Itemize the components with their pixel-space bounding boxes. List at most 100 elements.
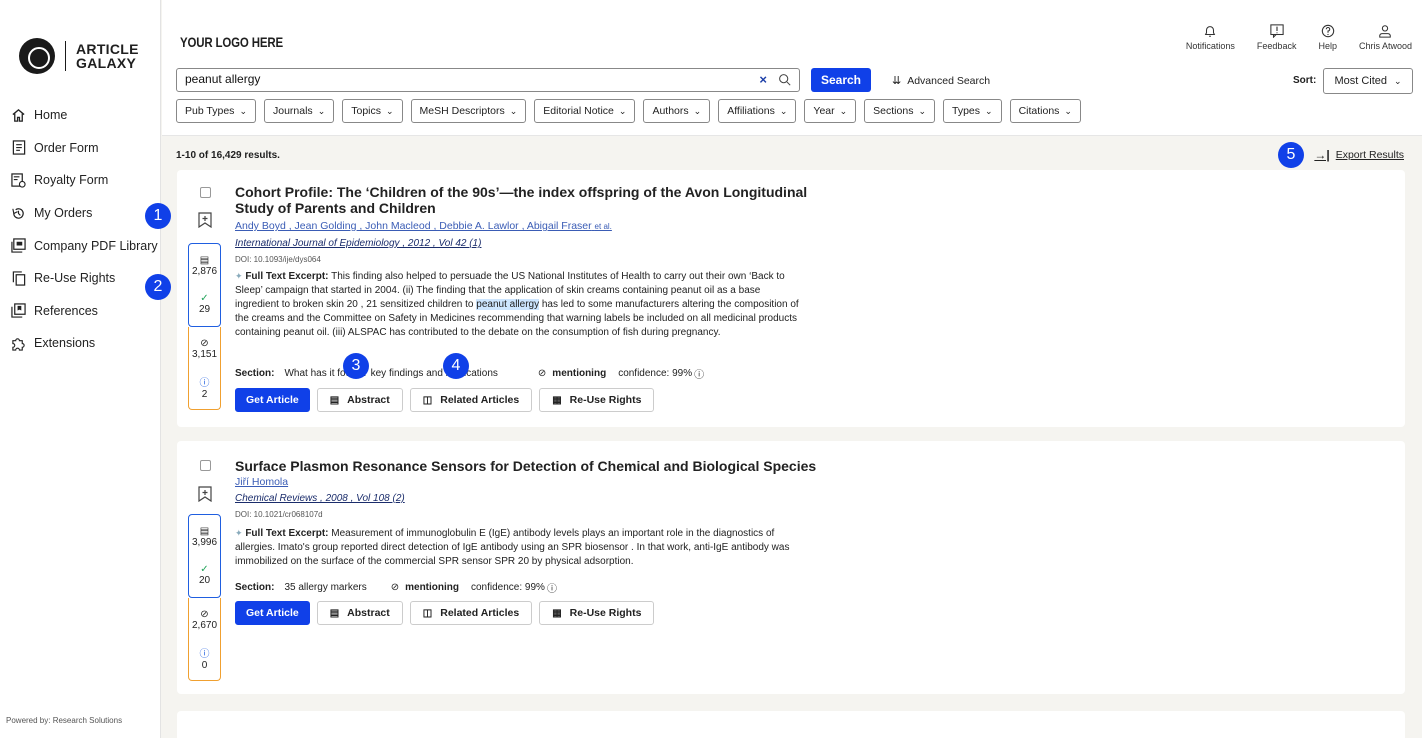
related-label: Related Articles bbox=[440, 607, 520, 619]
metric-contrasting[interactable]: ⓘ 0 bbox=[189, 639, 220, 677]
get-article-button[interactable]: Get Article bbox=[235, 388, 310, 412]
double-chevron-down-icon: ⇊ bbox=[892, 75, 902, 87]
abstract-button[interactable]: ▤ Abstract bbox=[316, 601, 403, 625]
chevron-down-icon: ⌄ bbox=[386, 105, 394, 116]
bookmark-add-icon[interactable] bbox=[198, 486, 212, 502]
section-label: Section: bbox=[235, 368, 275, 379]
filter-editorial-notice[interactable]: Editorial Notice ⌄ bbox=[534, 99, 636, 123]
sidebar-item-home[interactable]: Home bbox=[10, 99, 158, 132]
feedback-button[interactable]: Feedback bbox=[1257, 24, 1296, 51]
slash-circle-icon: ⊘ bbox=[390, 582, 400, 593]
citation-metrics: ▤ 3,996 ✓ 20 ⊘ 2,670 ⓘ 0 bbox=[188, 514, 221, 681]
related-articles-button[interactable]: ◫ Related Articles bbox=[409, 388, 533, 412]
result-checkbox[interactable] bbox=[200, 187, 211, 198]
royalty-icon bbox=[10, 172, 27, 189]
filter-pub-types[interactable]: Pub Types ⌄ bbox=[176, 99, 256, 123]
metric-value: 2 bbox=[201, 389, 208, 400]
result-authors[interactable]: Jiří Homola bbox=[235, 476, 288, 488]
user-menu-button[interactable]: Chris Atwood bbox=[1359, 24, 1412, 51]
chevron-down-icon: ⌄ bbox=[317, 105, 326, 116]
metric-publications[interactable]: ▤ 2,876 bbox=[189, 247, 220, 285]
re-use-rights-button[interactable]: ▦ Re-Use Rights bbox=[539, 601, 655, 625]
sidebar-item-label: Royalty Form bbox=[34, 173, 109, 188]
metric-value: 2,876 bbox=[191, 266, 218, 277]
filter-topics[interactable]: Topics ⌄ bbox=[342, 99, 403, 123]
metric-supporting[interactable]: ✓ 29 bbox=[189, 285, 220, 323]
sort-select[interactable]: Most Cited ⌄ bbox=[1323, 68, 1413, 94]
result-actions: Get Article ▤ Abstract ◫ Related Articles … bbox=[235, 388, 661, 412]
result-journal[interactable]: International Journal of Epidemiology , … bbox=[235, 238, 481, 249]
result-card bbox=[177, 711, 1405, 738]
export-results-link[interactable]: →| Export Results bbox=[1314, 148, 1404, 162]
document-icon: ▤ bbox=[199, 255, 210, 266]
metric-value: 3,151 bbox=[191, 349, 218, 360]
logo-divider bbox=[65, 41, 66, 71]
brand-logo: YOUR LOGO HERE bbox=[180, 34, 283, 50]
filter-authors[interactable]: Authors ⌄ bbox=[643, 99, 711, 123]
confidence-label: confidence: 99% bbox=[471, 582, 545, 593]
chevron-down-icon: ⌄ bbox=[1394, 75, 1402, 86]
advanced-search-label: Advanced Search bbox=[907, 74, 991, 87]
filter-year[interactable]: Year ⌄ bbox=[804, 99, 857, 123]
abstract-button[interactable]: ▤ Abstract bbox=[316, 388, 403, 412]
metrics-group-blue: ▤ 3,996 ✓ 20 bbox=[188, 514, 221, 598]
result-title[interactable]: Surface Plasmon Resonance Sensors for De… bbox=[235, 458, 835, 474]
filter-mesh-descriptors[interactable]: MeSH Descriptors ⌄ bbox=[410, 99, 527, 123]
help-icon[interactable]: ⓘ bbox=[547, 580, 557, 595]
sparkle-icon: ✦ bbox=[235, 528, 243, 538]
search-icon[interactable] bbox=[778, 73, 791, 86]
help-icon[interactable]: ⓘ bbox=[694, 366, 704, 381]
slash-circle-icon: ⊘ bbox=[200, 609, 209, 620]
metric-value: 29 bbox=[198, 304, 211, 315]
result-authors[interactable]: Andy Boyd , Jean Golding , John Macleod … bbox=[235, 220, 612, 232]
filter-sections[interactable]: Sections ⌄ bbox=[864, 99, 935, 123]
metric-mentioning[interactable]: ⊘ 2,670 bbox=[189, 601, 220, 639]
sidebar-item-re-use-rights[interactable]: Re-Use Rights bbox=[10, 262, 158, 295]
clear-search-icon[interactable]: × bbox=[759, 72, 767, 87]
slash-circle-icon: ⊘ bbox=[200, 338, 209, 349]
header-actions: Notifications Feedback Help Chris Atwood bbox=[1164, 24, 1412, 51]
filter-citations[interactable]: Citations ⌄ bbox=[1009, 99, 1081, 123]
sidebar-item-my-orders[interactable]: My Orders bbox=[10, 197, 158, 230]
sidebar-item-label: References bbox=[34, 303, 98, 318]
filter-label: MeSH Descriptors bbox=[419, 105, 505, 117]
rights-icon: ▦ bbox=[552, 394, 562, 406]
advanced-search-link[interactable]: ⇊ Advanced Search bbox=[892, 74, 991, 88]
help-button[interactable]: Help bbox=[1318, 24, 1337, 51]
related-icon: ◫ bbox=[422, 394, 433, 406]
search-button[interactable]: Search bbox=[811, 68, 871, 92]
metric-mentioning[interactable]: ⊘ 3,151 bbox=[189, 330, 220, 368]
related-articles-button[interactable]: ◫ Related Articles bbox=[409, 601, 533, 625]
metric-value: 0 bbox=[201, 660, 208, 671]
metric-value: 2,670 bbox=[191, 620, 218, 631]
notifications-button[interactable]: Notifications bbox=[1186, 24, 1235, 51]
re-use-rights-button[interactable]: ▦ Re-Use Rights bbox=[539, 388, 655, 412]
metric-supporting[interactable]: ✓ 20 bbox=[189, 556, 220, 594]
result-checkbox[interactable] bbox=[200, 460, 211, 471]
filter-affiliations[interactable]: Affiliations ⌄ bbox=[718, 99, 797, 123]
sidebar-item-royalty-form[interactable]: Royalty Form bbox=[10, 164, 158, 197]
sidebar: ARTICLE GALAXY Home Order Form Royalty F… bbox=[0, 0, 161, 738]
result-actions: Get Article ▤ Abstract ◫ Related Articles … bbox=[235, 601, 661, 625]
sidebar-item-extensions[interactable]: Extensions bbox=[10, 327, 158, 360]
chevron-down-icon: ⌄ bbox=[509, 105, 518, 116]
export-arrow-icon: →| bbox=[1314, 148, 1330, 162]
bookmark-add-icon[interactable] bbox=[198, 212, 212, 228]
references-icon bbox=[10, 302, 27, 319]
metric-contrasting[interactable]: ⓘ 2 bbox=[189, 368, 220, 406]
result-title[interactable]: Cohort Profile: The ‘Children of the 90s… bbox=[235, 184, 815, 216]
sidebar-item-references[interactable]: References bbox=[10, 295, 158, 328]
excerpt-label: Full Text Excerpt: bbox=[245, 528, 329, 539]
sidebar-item-order-form[interactable]: Order Form bbox=[10, 132, 158, 165]
filter-label: Types bbox=[952, 105, 981, 117]
sidebar-item-company-pdf-library[interactable]: Company PDF Library bbox=[10, 229, 158, 262]
get-article-button[interactable]: Get Article bbox=[235, 601, 310, 625]
metric-publications[interactable]: ▤ 3,996 bbox=[189, 518, 220, 556]
bell-icon bbox=[1205, 26, 1216, 37]
search-input[interactable] bbox=[185, 72, 745, 86]
result-journal[interactable]: Chemical Reviews , 2008 , Vol 108 (2) bbox=[235, 493, 405, 504]
chevron-down-icon: ⌄ bbox=[779, 105, 788, 116]
article-galaxy-logo[interactable]: ARTICLE GALAXY bbox=[19, 38, 139, 74]
filter-journals[interactable]: Journals ⌄ bbox=[263, 99, 335, 123]
filter-types[interactable]: Types ⌄ bbox=[943, 99, 1002, 123]
